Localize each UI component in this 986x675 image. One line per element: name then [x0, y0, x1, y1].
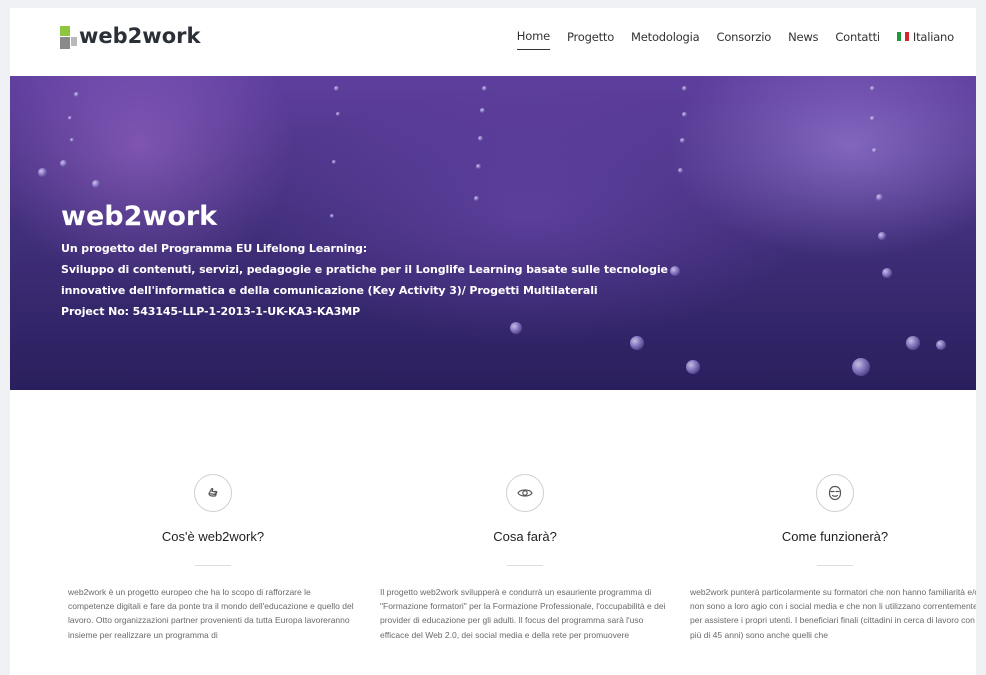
hero-text-block: web2work Un progetto del Programma EU Li…	[61, 200, 668, 322]
droplet-decoration	[510, 322, 522, 334]
hero-project-number: Project No: 543145-LLP-1-2013-1-UK-KA3-K…	[61, 305, 361, 318]
feature-text: Il progetto web2work svilupperà e condur…	[380, 587, 666, 640]
divider	[507, 565, 543, 566]
droplet-decoration	[936, 340, 946, 350]
droplet-decoration	[630, 336, 644, 350]
feature-column-what: Cos'è web2work? web2work è un progetto e…	[68, 408, 358, 642]
droplet-decoration	[682, 86, 687, 91]
droplet-decoration	[334, 86, 339, 91]
feature-text: web2work è un progetto europeo che ha lo…	[68, 587, 354, 640]
site-logo[interactable]: web2work	[60, 22, 200, 62]
eye-icon	[506, 474, 544, 512]
droplet-decoration	[476, 164, 481, 169]
droplet-decoration	[882, 268, 892, 278]
droplet-decoration	[74, 92, 79, 97]
feature-title: Cos'è web2work?	[161, 529, 265, 544]
droplet-decoration	[478, 136, 483, 141]
nav-item-news[interactable]: News	[788, 30, 818, 50]
feature-text: web2work punterà particolarmente su form…	[690, 587, 976, 640]
divider	[195, 565, 231, 566]
logo-mark-icon	[60, 26, 77, 60]
language-label: Italiano	[912, 29, 954, 44]
droplet-decoration	[70, 138, 74, 142]
nav-item-contatti[interactable]: Contatti	[835, 30, 880, 50]
feature-title: Come funzionerà?	[781, 529, 889, 544]
hand-icon	[194, 474, 232, 512]
droplet-decoration	[92, 180, 100, 188]
page: web2work Home Progetto Metodologia Conso…	[10, 8, 976, 675]
droplet-decoration	[852, 358, 870, 376]
feature-title: Cosa farà?	[493, 529, 557, 544]
droplet-decoration	[670, 266, 680, 276]
nav-item-metodologia[interactable]: Metodologia	[631, 30, 700, 50]
droplet-decoration	[332, 160, 336, 164]
droplet-decoration	[870, 116, 875, 121]
divider	[817, 565, 853, 566]
main-nav: Home Progetto Metodologia Consorzio News…	[500, 29, 954, 50]
droplet-decoration	[678, 168, 683, 173]
droplet-decoration	[68, 116, 72, 120]
droplet-decoration	[38, 168, 47, 177]
droplet-decoration	[60, 160, 67, 167]
hero-banner: web2work Un progetto del Programma EU Li…	[10, 76, 976, 390]
hero-subtitle-line: Un progetto del Programma EU Lifelong Le…	[61, 242, 368, 255]
droplet-decoration	[336, 112, 340, 116]
nav-item-consorzio[interactable]: Consorzio	[716, 30, 771, 50]
nav-item-home[interactable]: Home	[516, 29, 550, 50]
droplet-decoration	[872, 148, 877, 153]
face-icon	[816, 474, 854, 512]
droplet-decoration	[480, 108, 485, 113]
droplet-decoration	[870, 86, 875, 91]
droplet-decoration	[906, 336, 920, 350]
hero-title: web2work	[61, 201, 218, 232]
droplet-decoration	[682, 112, 687, 117]
droplet-decoration	[878, 232, 886, 240]
site-header: web2work Home Progetto Metodologia Conso…	[10, 8, 976, 76]
droplet-decoration	[482, 86, 487, 91]
hero-subtitle-line: innovative dell'informatica e della comu…	[61, 284, 598, 297]
italy-flag-icon	[896, 32, 909, 41]
droplet-decoration	[876, 194, 883, 201]
nav-item-progetto[interactable]: Progetto	[567, 30, 614, 50]
droplet-decoration	[680, 138, 685, 143]
droplet-decoration	[686, 360, 700, 374]
feature-column-do: Cosa farà? Il progetto web2work sviluppe…	[380, 408, 670, 642]
hero-subtitle-line: Sviluppo di contenuti, servizi, pedagogi…	[61, 263, 668, 276]
feature-column-how: Come funzionerà? web2work punterà partic…	[690, 408, 976, 642]
logo-text: web2work	[79, 24, 201, 48]
language-selector[interactable]: Italiano	[896, 29, 954, 50]
